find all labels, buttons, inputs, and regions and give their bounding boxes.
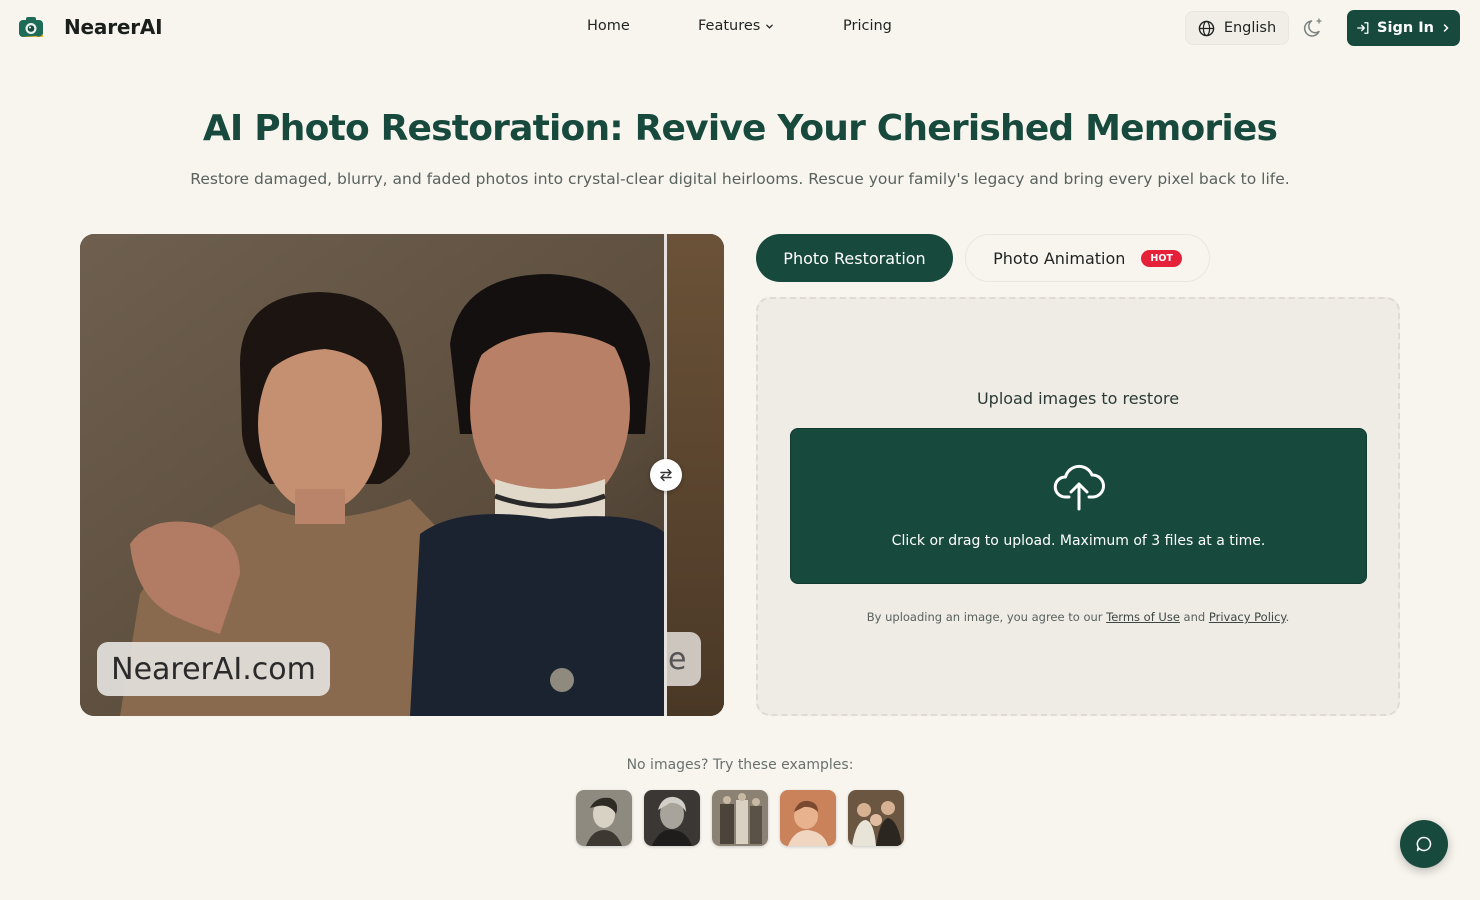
cloud-upload-icon xyxy=(1053,464,1105,511)
privacy-policy-link[interactable]: Privacy Policy xyxy=(1209,610,1286,624)
language-selector[interactable]: English xyxy=(1185,11,1289,45)
moon-sparkle-icon[interactable] xyxy=(1302,16,1326,40)
sign-in-label: Sign In xyxy=(1377,20,1434,36)
tab-photo-animation-label: Photo Animation xyxy=(993,248,1126,268)
sign-in-button[interactable]: Sign In xyxy=(1347,10,1460,46)
example-thumbnails xyxy=(576,790,904,846)
tab-photo-restoration-label: Photo Restoration xyxy=(783,248,926,268)
login-icon xyxy=(1357,22,1369,34)
terms-and: and xyxy=(1179,610,1209,624)
chat-button[interactable] xyxy=(1400,820,1448,868)
examples-label: No images? Try these examples: xyxy=(626,757,854,773)
upload-terms: By uploading an image, you agree to our … xyxy=(758,610,1398,624)
upload-hint: Click or drag to upload. Maximum of 3 fi… xyxy=(891,533,1266,549)
example-thumbnail[interactable] xyxy=(780,790,836,846)
terms-suffix: . xyxy=(1285,610,1290,624)
tab-photo-animation[interactable]: Photo Animation HOT xyxy=(965,234,1210,282)
watermark: NearerAI.com xyxy=(97,642,330,696)
nav-home-label: Home xyxy=(587,18,630,34)
tab-photo-restoration[interactable]: Photo Restoration xyxy=(756,234,953,282)
globe-icon xyxy=(1198,20,1215,36)
example-thumbnail[interactable] xyxy=(712,790,768,846)
terms-prefix: By uploading an image, you agree to our xyxy=(866,610,1107,624)
example-thumbnail[interactable] xyxy=(644,790,700,846)
before-after-comparison[interactable]: e NearerAI.com xyxy=(80,234,724,716)
nav-features-label: Features xyxy=(698,18,761,34)
upload-dropzone[interactable]: Click or drag to upload. Maximum of 3 fi… xyxy=(790,428,1367,584)
nav-pricing-label: Pricing xyxy=(843,18,892,34)
upload-heading: Upload images to restore xyxy=(976,389,1180,408)
original-watermark: e xyxy=(666,632,701,686)
page-title: AI Photo Restoration: Revive Your Cheris… xyxy=(202,108,1278,149)
swap-arrows-icon xyxy=(660,468,672,482)
example-thumbnail[interactable] xyxy=(576,790,632,846)
terms-of-use-link[interactable]: Terms of Use xyxy=(1106,610,1180,624)
chevron-right-icon xyxy=(1443,24,1449,32)
site-header: NearerAI Home Features Pricing English S… xyxy=(0,0,1480,56)
hot-badge: HOT xyxy=(1141,249,1182,267)
chat-bubble-icon xyxy=(1416,836,1432,852)
comparison-slider-handle[interactable] xyxy=(650,459,682,491)
nav-features[interactable]: Features xyxy=(698,18,774,34)
nav-pricing[interactable]: Pricing xyxy=(843,18,892,34)
nav-home[interactable]: Home xyxy=(587,18,630,34)
page-subtitle: Restore damaged, blurry, and faded photo… xyxy=(190,170,1290,188)
chevron-down-icon xyxy=(766,24,774,29)
language-label: English xyxy=(1223,20,1277,36)
example-thumbnail[interactable] xyxy=(848,790,904,846)
upload-panel: Upload images to restore Click or drag t… xyxy=(756,297,1400,716)
